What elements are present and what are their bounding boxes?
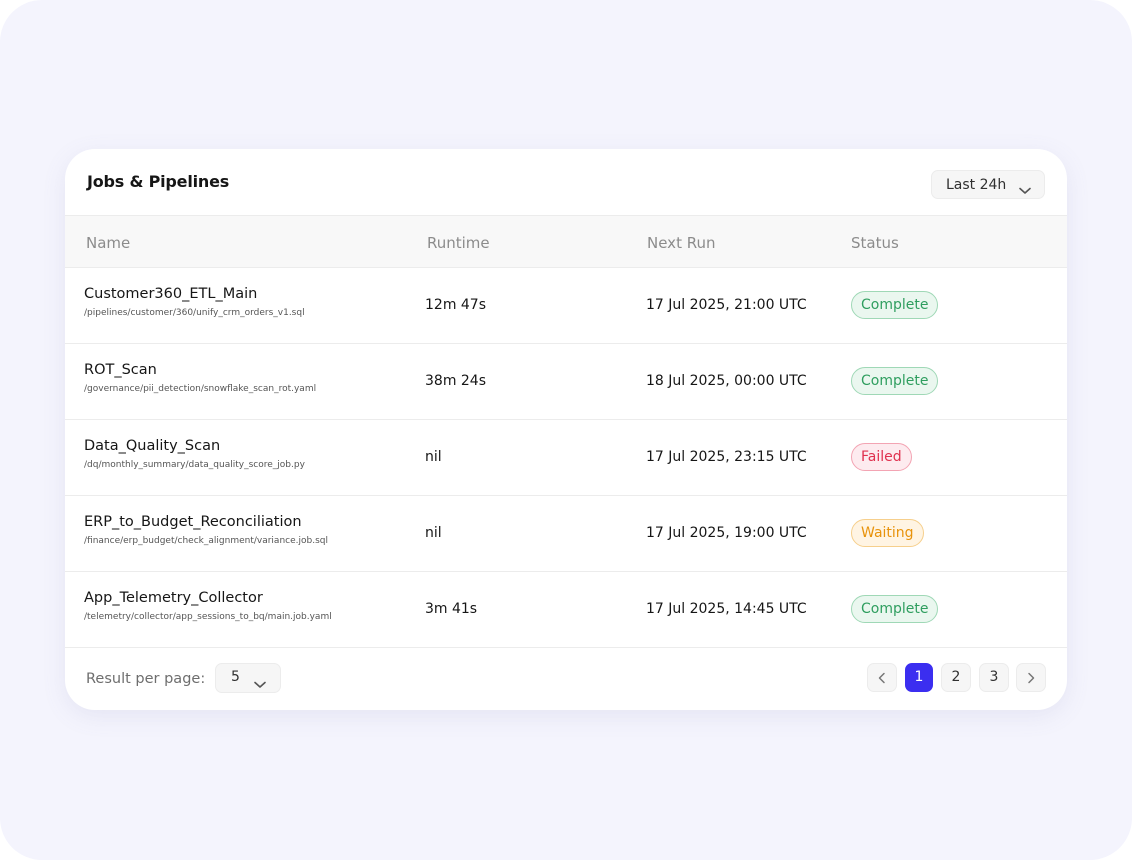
results-per-page-value: 5 xyxy=(231,669,240,685)
page-button-3[interactable]: 3 xyxy=(979,663,1009,692)
next-run-value: 17 Jul 2025, 19:00 UTC xyxy=(646,525,807,541)
time-range-value: Last 24h xyxy=(946,176,1007,193)
column-header-status[interactable]: Status xyxy=(851,234,899,252)
status-badge: Failed xyxy=(851,443,912,471)
chevron-down-icon xyxy=(254,674,266,693)
results-per-page-dropdown[interactable]: 5 xyxy=(215,663,281,693)
status-badge: Complete xyxy=(851,291,939,319)
job-path: /pipelines/customer/360/unify_crm_orders… xyxy=(84,308,305,318)
job-name[interactable]: App_Telemetry_Collector xyxy=(84,590,332,606)
job-cell: ROT_Scan /governance/pii_detection/snowf… xyxy=(84,362,316,394)
table-header: Name Runtime Next Run Status xyxy=(65,216,1067,268)
runtime-value: nil xyxy=(425,525,442,541)
next-run-value: 18 Jul 2025, 00:00 UTC xyxy=(646,373,807,389)
job-path: /telemetry/collector/app_sessions_to_bq/… xyxy=(84,612,332,622)
table-row[interactable]: ERP_to_Budget_Reconciliation /finance/er… xyxy=(65,496,1067,572)
next-run-value: 17 Jul 2025, 21:00 UTC xyxy=(646,297,807,313)
status-badge: Complete xyxy=(851,367,939,395)
next-page-button[interactable] xyxy=(1016,663,1046,692)
card-title: Jobs & Pipelines xyxy=(87,172,230,191)
card-header: Jobs & Pipelines Last 24h xyxy=(65,149,1067,216)
next-run-value: 17 Jul 2025, 14:45 UTC xyxy=(646,601,807,617)
time-range-dropdown[interactable]: Last 24h xyxy=(931,170,1045,199)
runtime-value: 12m 47s xyxy=(425,297,487,313)
job-path: /governance/pii_detection/snowflake_scan… xyxy=(84,384,317,394)
table-footer: Result per page: 5 1 2 3 xyxy=(65,648,1067,710)
runtime-value: 3m 41s xyxy=(425,601,478,617)
column-header-runtime[interactable]: Runtime xyxy=(427,234,490,252)
job-name[interactable]: ERP_to_Budget_Reconciliation xyxy=(84,514,328,530)
column-header-next-run[interactable]: Next Run xyxy=(647,234,715,252)
page-button-1[interactable]: 1 xyxy=(905,663,933,692)
job-path: /dq/monthly_summary/data_quality_score_j… xyxy=(84,460,305,470)
next-run-value: 17 Jul 2025, 23:15 UTC xyxy=(646,449,807,465)
chevron-left-icon xyxy=(878,672,885,684)
chevron-right-icon xyxy=(1028,672,1035,684)
prev-page-button[interactable] xyxy=(867,663,897,692)
column-header-name[interactable]: Name xyxy=(86,234,130,252)
table-row[interactable]: App_Telemetry_Collector /telemetry/colle… xyxy=(65,572,1067,648)
chevron-down-icon xyxy=(1019,180,1031,199)
job-name[interactable]: Customer360_ETL_Main xyxy=(84,286,305,302)
job-cell: Customer360_ETL_Main /pipelines/customer… xyxy=(84,286,305,318)
job-name[interactable]: Data_Quality_Scan xyxy=(84,438,305,454)
jobs-card: Jobs & Pipelines Last 24h Name Runtime N… xyxy=(65,149,1067,710)
job-name[interactable]: ROT_Scan xyxy=(84,362,316,378)
status-badge: Waiting xyxy=(851,519,924,547)
job-cell: ERP_to_Budget_Reconciliation /finance/er… xyxy=(84,514,328,546)
runtime-value: 38m 24s xyxy=(425,373,487,389)
table-row[interactable]: Data_Quality_Scan /dq/monthly_summary/da… xyxy=(65,420,1067,496)
runtime-value: nil xyxy=(425,449,442,465)
job-cell: Data_Quality_Scan /dq/monthly_summary/da… xyxy=(84,438,305,470)
table-row[interactable]: ROT_Scan /governance/pii_detection/snowf… xyxy=(65,344,1067,420)
job-path: /finance/erp_budget/check_alignment/vari… xyxy=(84,536,328,546)
job-cell: App_Telemetry_Collector /telemetry/colle… xyxy=(84,590,332,622)
results-per-page-label: Result per page: xyxy=(86,671,206,687)
page-button-2[interactable]: 2 xyxy=(941,663,971,692)
table-row[interactable]: Customer360_ETL_Main /pipelines/customer… xyxy=(65,268,1067,344)
status-badge: Complete xyxy=(851,595,939,623)
